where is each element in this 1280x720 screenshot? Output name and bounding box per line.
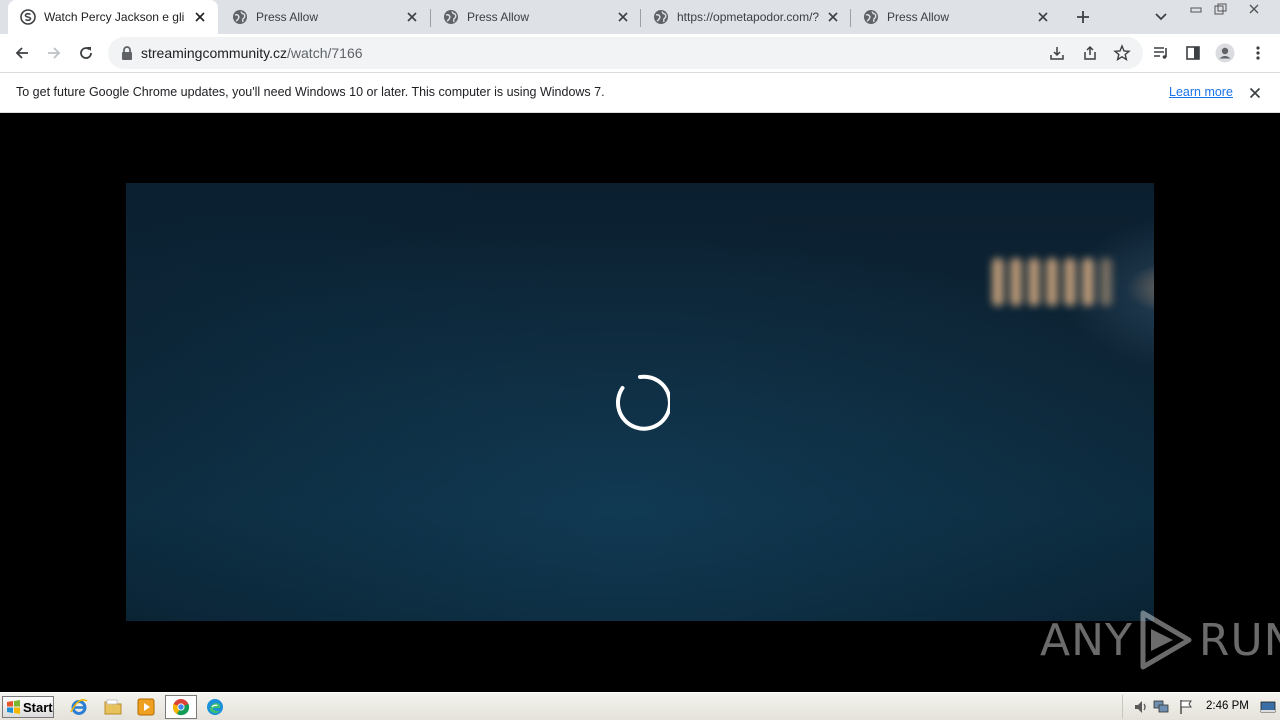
close-tab-icon[interactable] — [825, 9, 841, 25]
browser-toolbar: streamingcommunity.cz/watch/7166 — [0, 34, 1280, 72]
plus-icon — [1077, 11, 1089, 23]
tab-press-allow-2[interactable]: Press Allow — [431, 0, 641, 34]
infobar-message: To get future Google Chrome updates, you… — [16, 85, 605, 99]
watermark-text-left: ANY — [1040, 614, 1133, 666]
close-tab-icon[interactable] — [1035, 9, 1051, 25]
chevron-down-icon — [1155, 13, 1167, 21]
share-icon[interactable] — [1078, 41, 1102, 65]
tab-label: https://opmetapodor.com/?s= — [677, 10, 819, 24]
close-tab-icon[interactable] — [615, 9, 631, 25]
tab-press-allow-3[interactable]: Press Allow — [851, 0, 1061, 34]
lock-icon[interactable] — [120, 45, 134, 61]
close-window-button[interactable] — [1242, 0, 1266, 18]
background-lights — [988, 258, 1148, 318]
back-button[interactable] — [7, 38, 37, 68]
file-explorer-icon[interactable] — [101, 696, 125, 718]
network-icon[interactable] — [1150, 695, 1172, 719]
tab-search-button[interactable] — [1150, 6, 1172, 28]
url-text[interactable]: streamingcommunity.cz/watch/7166 — [141, 45, 363, 61]
arrow-right-icon — [48, 47, 61, 59]
minimize-button[interactable] — [1184, 0, 1208, 18]
close-tab-icon[interactable] — [404, 9, 420, 25]
profile-button[interactable] — [1210, 38, 1240, 68]
minimize-icon — [1190, 7, 1202, 13]
close-tab-icon[interactable] — [192, 9, 208, 25]
chrome-menu-button[interactable] — [1243, 38, 1273, 68]
windows-logo-icon — [7, 700, 20, 714]
media-control-button[interactable] — [1146, 38, 1176, 68]
kebab-menu-icon — [1256, 46, 1260, 60]
start-button[interactable]: Start — [2, 696, 54, 718]
reload-icon — [80, 47, 92, 59]
arrow-left-icon — [15, 47, 28, 59]
tab-label: Watch Percy Jackson e gli dei dell'Olimp… — [44, 10, 186, 24]
learn-more-link[interactable]: Learn more — [1169, 85, 1233, 99]
tab-label: Press Allow — [256, 10, 319, 24]
taskbar-clock: 2:46 PM — [1206, 700, 1249, 712]
loading-spinner-icon — [615, 374, 670, 431]
start-label: Start — [23, 699, 53, 715]
internet-explorer-icon[interactable] — [67, 696, 91, 718]
reload-button[interactable] — [71, 38, 101, 68]
page-content — [0, 113, 1280, 692]
tab-strip: Watch Percy Jackson e gli dei dell'Olimp… — [0, 0, 1280, 34]
bookmark-star-icon[interactable] — [1110, 41, 1134, 65]
edge-icon[interactable] — [203, 696, 227, 718]
video-player[interactable] — [126, 183, 1154, 621]
globe-icon — [232, 9, 248, 25]
media-player-icon[interactable] — [134, 696, 158, 718]
update-infobar: To get future Google Chrome updates, you… — [0, 72, 1280, 113]
tab-label: Press Allow — [887, 10, 950, 24]
infobar-close-icon[interactable] — [1247, 85, 1263, 101]
side-panel-icon — [1186, 46, 1200, 60]
url-path: /watch/7166 — [287, 45, 363, 61]
tab-label: Press Allow — [467, 10, 530, 24]
action-center-flag-icon[interactable] — [1176, 695, 1196, 719]
profile-avatar-icon — [1215, 43, 1235, 63]
tab-watch-percy-jackson[interactable]: Watch Percy Jackson e gli dei dell'Olimp… — [8, 0, 218, 34]
chrome-taskbar-icon[interactable] — [165, 695, 197, 719]
install-app-icon[interactable] — [1045, 41, 1069, 65]
streamingcommunity-favicon-icon — [20, 9, 36, 25]
url-domain: streamingcommunity.cz — [141, 45, 288, 61]
side-panel-button[interactable] — [1178, 38, 1208, 68]
new-tab-button[interactable] — [1072, 6, 1094, 28]
close-icon — [1249, 4, 1259, 14]
globe-icon — [863, 9, 879, 25]
restore-button[interactable] — [1208, 0, 1232, 18]
globe-icon — [443, 9, 459, 25]
forward-button[interactable] — [39, 38, 69, 68]
play-logo-icon — [1140, 610, 1192, 670]
globe-icon — [653, 9, 669, 25]
tab-press-allow-1[interactable]: Press Allow — [220, 0, 430, 34]
windows-taskbar: Start 2:46 PM — [0, 692, 1280, 720]
show-desktop-icon[interactable] — [1258, 695, 1278, 719]
watermark-text-right: RUN — [1198, 614, 1280, 666]
anyrun-watermark: ANY RUN — [1040, 608, 1280, 672]
media-queue-icon — [1154, 47, 1167, 59]
address-bar[interactable]: streamingcommunity.cz/watch/7166 — [108, 37, 1143, 69]
tab-opmetapodor[interactable]: https://opmetapodor.com/?s= — [641, 0, 851, 34]
restore-icon — [1214, 3, 1227, 15]
